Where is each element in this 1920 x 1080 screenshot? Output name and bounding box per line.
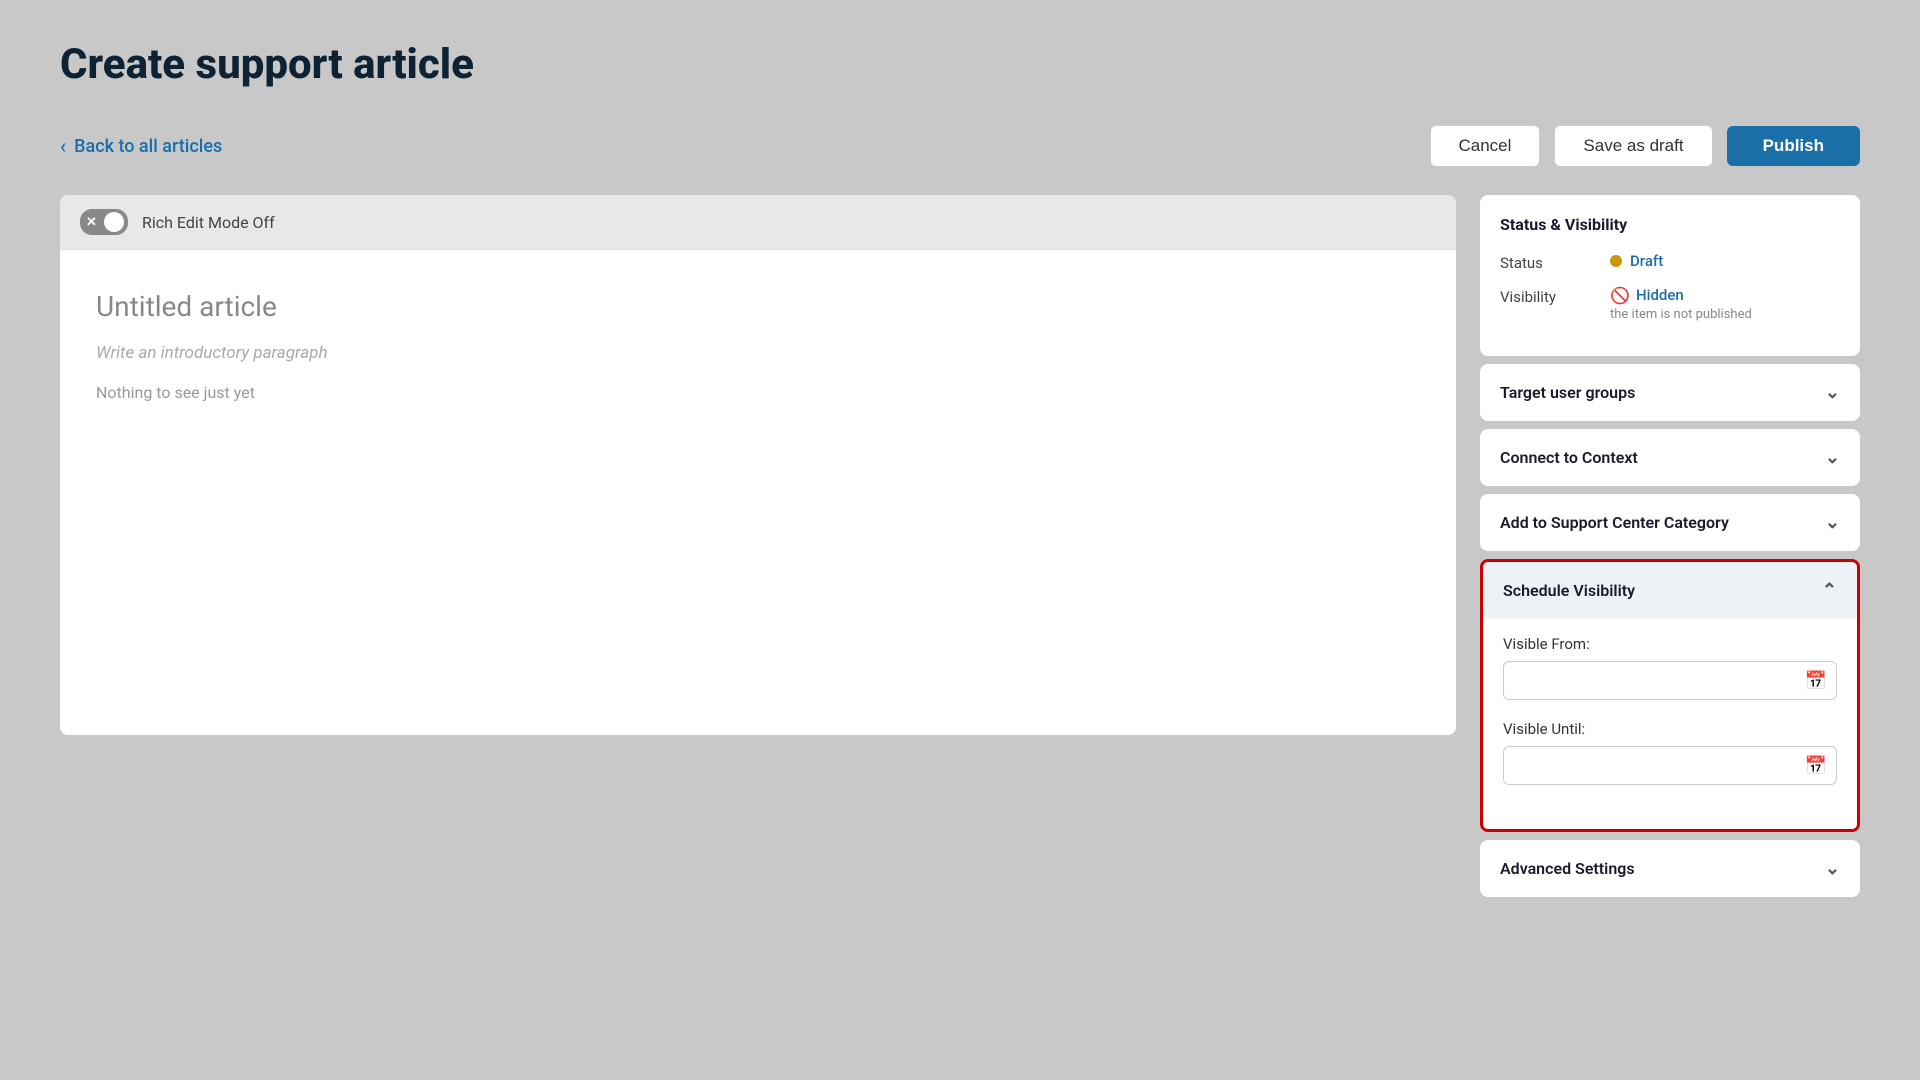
visible-until-label: Visible Until: (1503, 720, 1837, 738)
back-link-label: Back to all articles (74, 136, 222, 157)
sidebar-panel: Status & Visibility Status Draft Visibil… (1480, 195, 1860, 905)
target-user-groups-label: Target user groups (1500, 383, 1635, 402)
visible-from-input-wrapper: 📅 (1503, 661, 1837, 700)
article-title-placeholder: Untitled article (96, 290, 1420, 323)
top-actions: Cancel Save as draft Publish (1430, 125, 1861, 167)
add-support-header[interactable]: Add to Support Center Category ⌄ (1480, 494, 1860, 551)
back-chevron-icon: ‹ (60, 134, 66, 158)
cancel-button[interactable]: Cancel (1430, 125, 1541, 167)
visibility-text: Hidden (1636, 286, 1684, 304)
advanced-settings-section: Advanced Settings ⌄ (1480, 840, 1860, 897)
publish-button[interactable]: Publish (1727, 126, 1860, 166)
connect-context-section: Connect to Context ⌄ (1480, 429, 1860, 486)
visible-from-input[interactable] (1503, 661, 1837, 700)
back-to-articles-link[interactable]: ‹ Back to all articles (60, 134, 222, 158)
advanced-settings-label: Advanced Settings (1500, 859, 1635, 878)
advanced-settings-chevron-icon: ⌄ (1825, 858, 1840, 879)
add-support-section: Add to Support Center Category ⌄ (1480, 494, 1860, 551)
status-row: Status Draft (1500, 252, 1840, 272)
hidden-eye-icon: 🚫 (1610, 286, 1628, 304)
schedule-visibility-chevron-icon: ⌃ (1822, 580, 1837, 601)
visibility-label: Visibility (1500, 286, 1610, 306)
main-content: ✕ Rich Edit Mode Off Untitled article Wr… (60, 195, 1860, 905)
toggle-x-icon: ✕ (86, 215, 97, 230)
target-user-groups-header[interactable]: Target user groups ⌄ (1480, 364, 1860, 421)
top-bar: ‹ Back to all articles Cancel Save as dr… (60, 125, 1860, 167)
save-draft-button[interactable]: Save as draft (1554, 125, 1712, 167)
add-support-label: Add to Support Center Category (1500, 513, 1729, 532)
visible-until-input[interactable] (1503, 746, 1837, 785)
target-user-groups-section: Target user groups ⌄ (1480, 364, 1860, 421)
status-visibility-title: Status & Visibility (1500, 215, 1840, 234)
status-value: Draft (1610, 252, 1663, 270)
draft-dot-icon (1610, 255, 1622, 267)
status-label: Status (1500, 252, 1610, 272)
advanced-settings-header[interactable]: Advanced Settings ⌄ (1480, 840, 1860, 897)
visibility-sub-text: the item is not published (1610, 307, 1752, 322)
connect-context-label: Connect to Context (1500, 448, 1638, 467)
visible-until-input-wrapper: 📅 (1503, 746, 1837, 785)
visible-from-calendar-icon[interactable]: 📅 (1805, 670, 1827, 691)
visibility-value-container: 🚫 Hidden the item is not published (1610, 286, 1752, 322)
schedule-visibility-header[interactable]: Schedule Visibility ⌃ (1483, 562, 1857, 619)
visible-from-label: Visible From: (1503, 635, 1837, 653)
article-intro-placeholder: Write an introductory paragraph (96, 343, 1420, 363)
rich-edit-label: Rich Edit Mode Off (142, 213, 275, 232)
schedule-visibility-label: Schedule Visibility (1503, 581, 1635, 600)
status-text: Draft (1630, 252, 1663, 270)
page-title: Create support article (60, 40, 1860, 89)
schedule-visibility-section: Schedule Visibility ⌃ Visible From: 📅 Vi… (1480, 559, 1860, 832)
article-empty-text: Nothing to see just yet (96, 383, 1420, 402)
status-visibility-section: Status & Visibility Status Draft Visibil… (1480, 195, 1860, 356)
visibility-value: 🚫 Hidden (1610, 286, 1752, 304)
schedule-visibility-body: Visible From: 📅 Visible Until: 📅 (1483, 619, 1857, 829)
editor-toolbar: ✕ Rich Edit Mode Off (60, 195, 1456, 250)
status-value-container: Draft (1610, 252, 1663, 270)
toggle-knob (104, 212, 124, 232)
editor-body[interactable]: Untitled article Write an introductory p… (60, 250, 1456, 442)
rich-edit-toggle[interactable]: ✕ (80, 209, 128, 235)
visible-until-calendar-icon[interactable]: 📅 (1805, 755, 1827, 776)
target-user-groups-chevron-icon: ⌄ (1825, 382, 1840, 403)
connect-context-header[interactable]: Connect to Context ⌄ (1480, 429, 1860, 486)
add-support-chevron-icon: ⌄ (1825, 512, 1840, 533)
page-wrapper: Create support article ‹ Back to all art… (0, 0, 1920, 1080)
visibility-row: Visibility 🚫 Hidden the item is not publ… (1500, 286, 1840, 322)
editor-panel: ✕ Rich Edit Mode Off Untitled article Wr… (60, 195, 1456, 735)
connect-context-chevron-icon: ⌄ (1825, 447, 1840, 468)
